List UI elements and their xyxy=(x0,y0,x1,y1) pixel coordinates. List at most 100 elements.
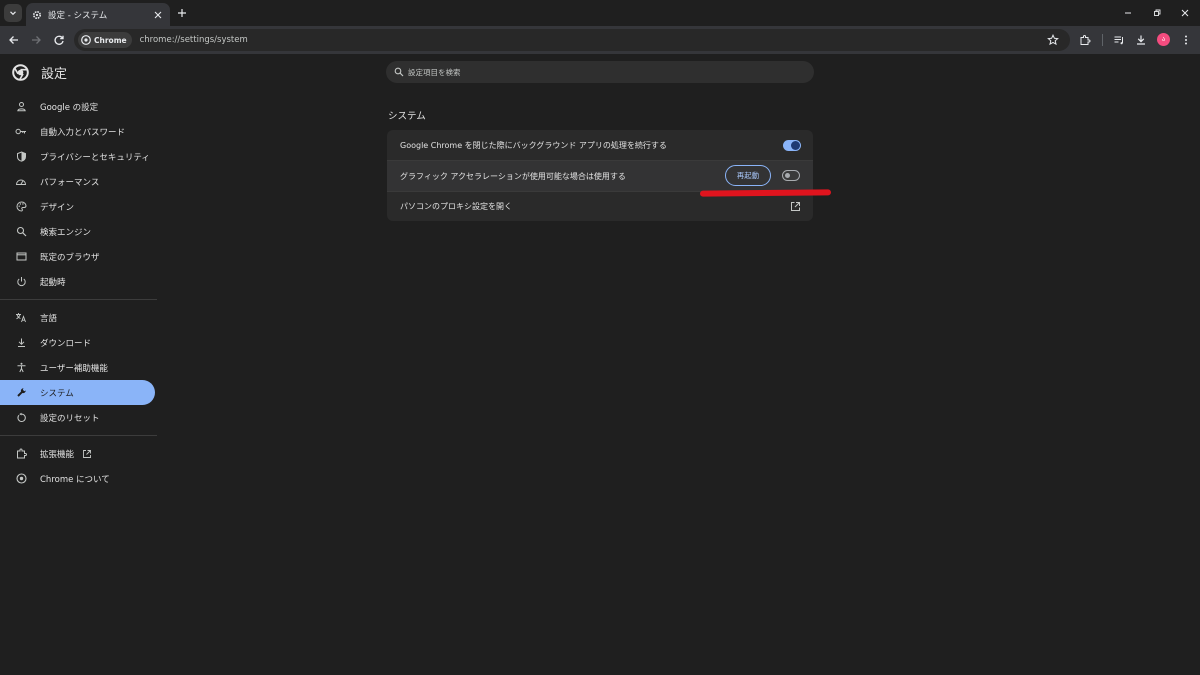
sidebar-item-label: ユーザー補助機能 xyxy=(40,363,108,374)
toggle-knob xyxy=(791,141,800,150)
sidebar-item-performance[interactable]: パフォーマンス xyxy=(0,169,155,194)
sidebar-item-label: デザイン xyxy=(40,202,75,213)
sidebar-item-appearance[interactable]: デザイン xyxy=(0,194,155,219)
sidebar-item-extensions[interactable]: 拡張機能 xyxy=(0,441,155,466)
search-icon xyxy=(394,67,404,77)
chrome-logo-icon xyxy=(12,63,29,81)
restore-button[interactable] xyxy=(1150,6,1164,20)
download-icon xyxy=(15,337,27,349)
toggle-knob xyxy=(785,173,790,178)
sidebar-item-label: 自動入力とパスワード xyxy=(40,127,126,138)
sidebar-item-label: システム xyxy=(40,388,74,399)
row-label: Google Chrome を閉じた際にバックグラウンド アプリの処理を続行する xyxy=(400,140,667,150)
extension-icon xyxy=(15,448,27,460)
bookmark-button[interactable] xyxy=(1046,33,1060,47)
profile-avatar[interactable]: ა xyxy=(1157,33,1170,46)
tab-search-button[interactable] xyxy=(4,4,22,22)
menu-button[interactable] xyxy=(1178,32,1194,48)
sidebar-item-reset[interactable]: 設定のリセット xyxy=(0,405,155,430)
title-bar: 設定 - システム xyxy=(0,0,1200,26)
sidebar-item-label: ダウンロード xyxy=(40,338,92,349)
key-icon xyxy=(15,126,27,138)
sidebar-item-system[interactable]: システム xyxy=(0,380,155,405)
sidebar-item-accessibility[interactable]: ユーザー補助機能 xyxy=(0,355,155,380)
shield-icon xyxy=(15,151,27,163)
settings-search[interactable] xyxy=(386,61,814,83)
speedometer-icon xyxy=(15,176,27,188)
chevron-down-icon xyxy=(8,8,18,18)
accessibility-icon xyxy=(15,362,27,374)
sidebar-item-downloads[interactable]: ダウンロード xyxy=(0,330,155,355)
wrench-icon xyxy=(15,387,27,399)
sidebar-item-label: 言語 xyxy=(40,313,58,324)
sidebar-item-languages[interactable]: 言語 xyxy=(0,305,155,330)
download-icon xyxy=(1135,34,1147,46)
plus-icon xyxy=(177,8,187,18)
hardware-acceleration-toggle[interactable] xyxy=(782,170,800,181)
sidebar-item-label: 既定のブラウザ xyxy=(40,252,100,263)
minimize-button[interactable] xyxy=(1121,6,1135,20)
background-apps-row[interactable]: Google Chrome を閉じた際にバックグラウンド アプリの処理を続行する xyxy=(387,130,813,160)
media-button[interactable] xyxy=(1111,32,1127,48)
site-info-chip[interactable]: Chrome xyxy=(78,32,132,48)
search-input[interactable] xyxy=(408,67,788,77)
forward-button[interactable] xyxy=(28,32,44,48)
sidebar-item-default-browser[interactable]: 既定のブラウザ xyxy=(0,244,155,269)
tab-title: 設定 - システム xyxy=(48,10,108,21)
avatar-initial: ა xyxy=(1161,36,1166,43)
browser-icon xyxy=(15,251,27,263)
sidebar-item-label: 設定のリセット xyxy=(40,413,100,424)
downloads-button[interactable] xyxy=(1133,32,1149,48)
sidebar-item-label: 検索エンジン xyxy=(40,227,92,238)
sidebar-item-on-startup[interactable]: 起動時 xyxy=(0,269,155,294)
palette-icon xyxy=(15,201,27,213)
more-vert-icon xyxy=(1180,34,1192,46)
open-in-new-icon[interactable] xyxy=(789,200,801,212)
reset-icon xyxy=(15,412,27,424)
close-window-button[interactable] xyxy=(1178,6,1192,20)
star-icon xyxy=(1047,34,1059,46)
background-apps-toggle[interactable] xyxy=(783,140,801,151)
new-tab-button[interactable] xyxy=(175,6,189,20)
tab-close-icon[interactable] xyxy=(152,9,164,21)
back-button[interactable] xyxy=(6,32,22,48)
restart-button[interactable]: 再起動 xyxy=(725,165,771,186)
row-label: グラフィック アクセラレーションが使用可能な場合は使用する xyxy=(400,171,626,181)
sidebar-item-label: プライバシーとセキュリティ xyxy=(40,152,150,163)
sidebar-item-about-chrome[interactable]: Chrome について xyxy=(0,466,155,491)
sidebar-item-google[interactable]: Google の設定 xyxy=(0,94,155,119)
row-label: パソコンのプロキシ設定を開く xyxy=(400,201,512,211)
sidebar-item-autofill[interactable]: 自動入力とパスワード xyxy=(0,119,155,144)
sidebar-divider xyxy=(0,299,157,300)
sidebar-item-label: Chrome について xyxy=(40,474,110,485)
search-icon xyxy=(15,226,27,238)
settings-header: 設定 xyxy=(12,62,67,82)
open-in-new-icon xyxy=(82,449,92,459)
sidebar-item-privacy[interactable]: プライバシーとセキュリティ xyxy=(0,144,155,169)
person-icon xyxy=(15,101,27,113)
chip-label: Chrome xyxy=(94,35,127,45)
sidebar-item-label: パフォーマンス xyxy=(40,177,100,188)
section-title: システム xyxy=(388,111,426,122)
address-bar[interactable]: Chrome chrome://settings/system xyxy=(74,29,1070,51)
chrome-icon xyxy=(15,473,27,485)
active-tab[interactable]: 設定 - システム xyxy=(26,3,170,26)
gear-icon xyxy=(32,10,42,20)
url-text[interactable]: chrome://settings/system xyxy=(140,35,248,45)
restore-icon xyxy=(1152,8,1162,18)
translate-icon xyxy=(15,312,27,324)
extensions-button[interactable] xyxy=(1077,32,1093,48)
arrow-left-icon xyxy=(8,34,20,46)
settings-nav: Google の設定 自動入力とパスワード プライバシーとセキュリティ パフォー… xyxy=(0,94,160,491)
reload-icon xyxy=(53,34,65,46)
sidebar-divider xyxy=(0,435,157,436)
close-icon xyxy=(1180,8,1190,18)
toolbar-divider xyxy=(1102,34,1103,46)
sidebar-item-search-engine[interactable]: 検索エンジン xyxy=(0,219,155,244)
toolbar: Chrome chrome://settings/system xyxy=(0,26,1200,54)
sidebar-item-label: 起動時 xyxy=(40,277,66,288)
page-title: 設定 xyxy=(41,66,68,82)
arrow-right-icon xyxy=(30,34,42,46)
power-icon xyxy=(15,276,27,288)
reload-button[interactable] xyxy=(51,32,67,48)
